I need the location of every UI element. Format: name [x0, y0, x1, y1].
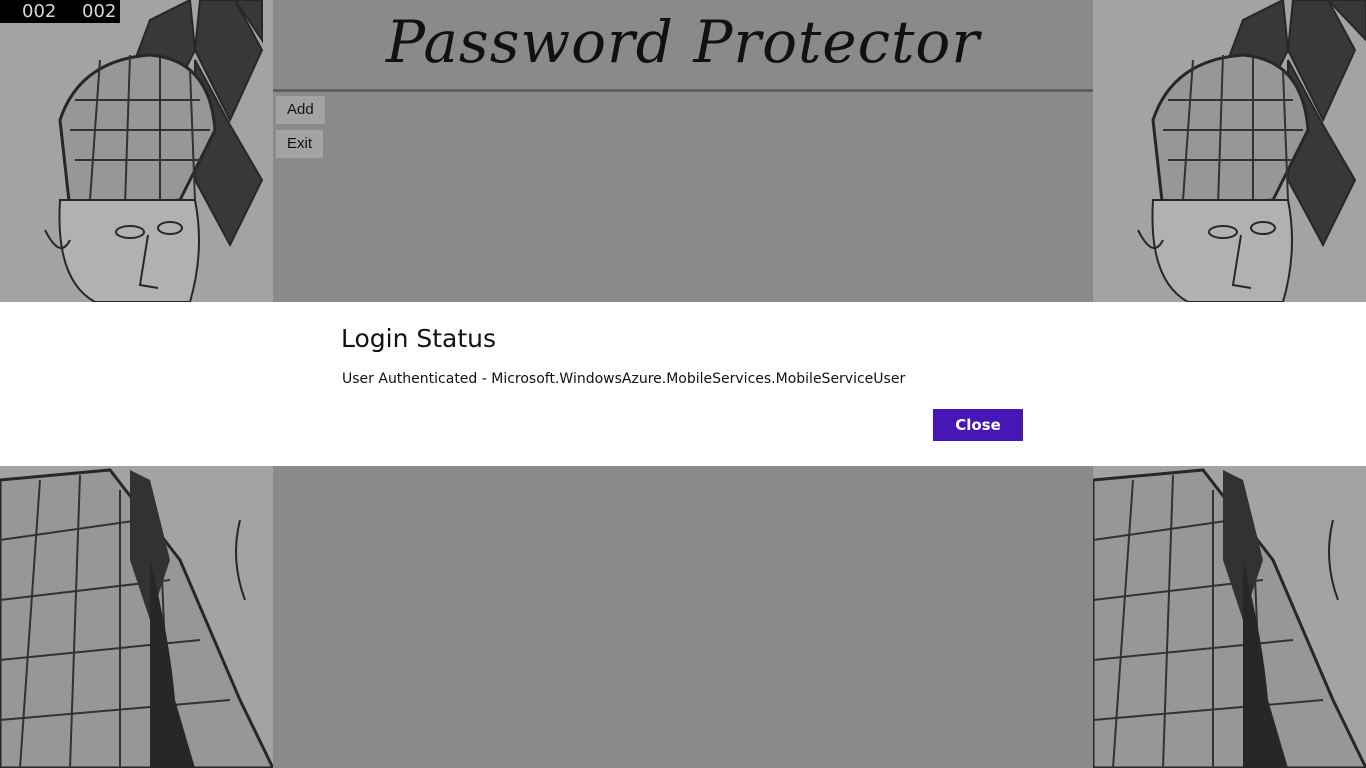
add-button[interactable]: Add — [276, 96, 325, 124]
counter-left-value: 002 — [22, 1, 57, 22]
dialog-title: Login Status — [341, 324, 497, 353]
exit-button[interactable]: Exit — [276, 130, 324, 158]
frame-counter: 002 002 — [0, 0, 120, 23]
counter-right-value: 002 — [82, 1, 117, 22]
dialog-message: User Authenticated - Microsoft.WindowsAz… — [342, 371, 906, 387]
app-window: Password Protector Add Exit 002 002 Logi… — [0, 0, 1366, 768]
app-title: Password Protector — [385, 8, 981, 76]
close-button[interactable]: Close — [933, 409, 1023, 441]
title-divider — [273, 89, 1093, 92]
login-status-dialog: Login Status User Authenticated - Micros… — [0, 302, 1366, 466]
